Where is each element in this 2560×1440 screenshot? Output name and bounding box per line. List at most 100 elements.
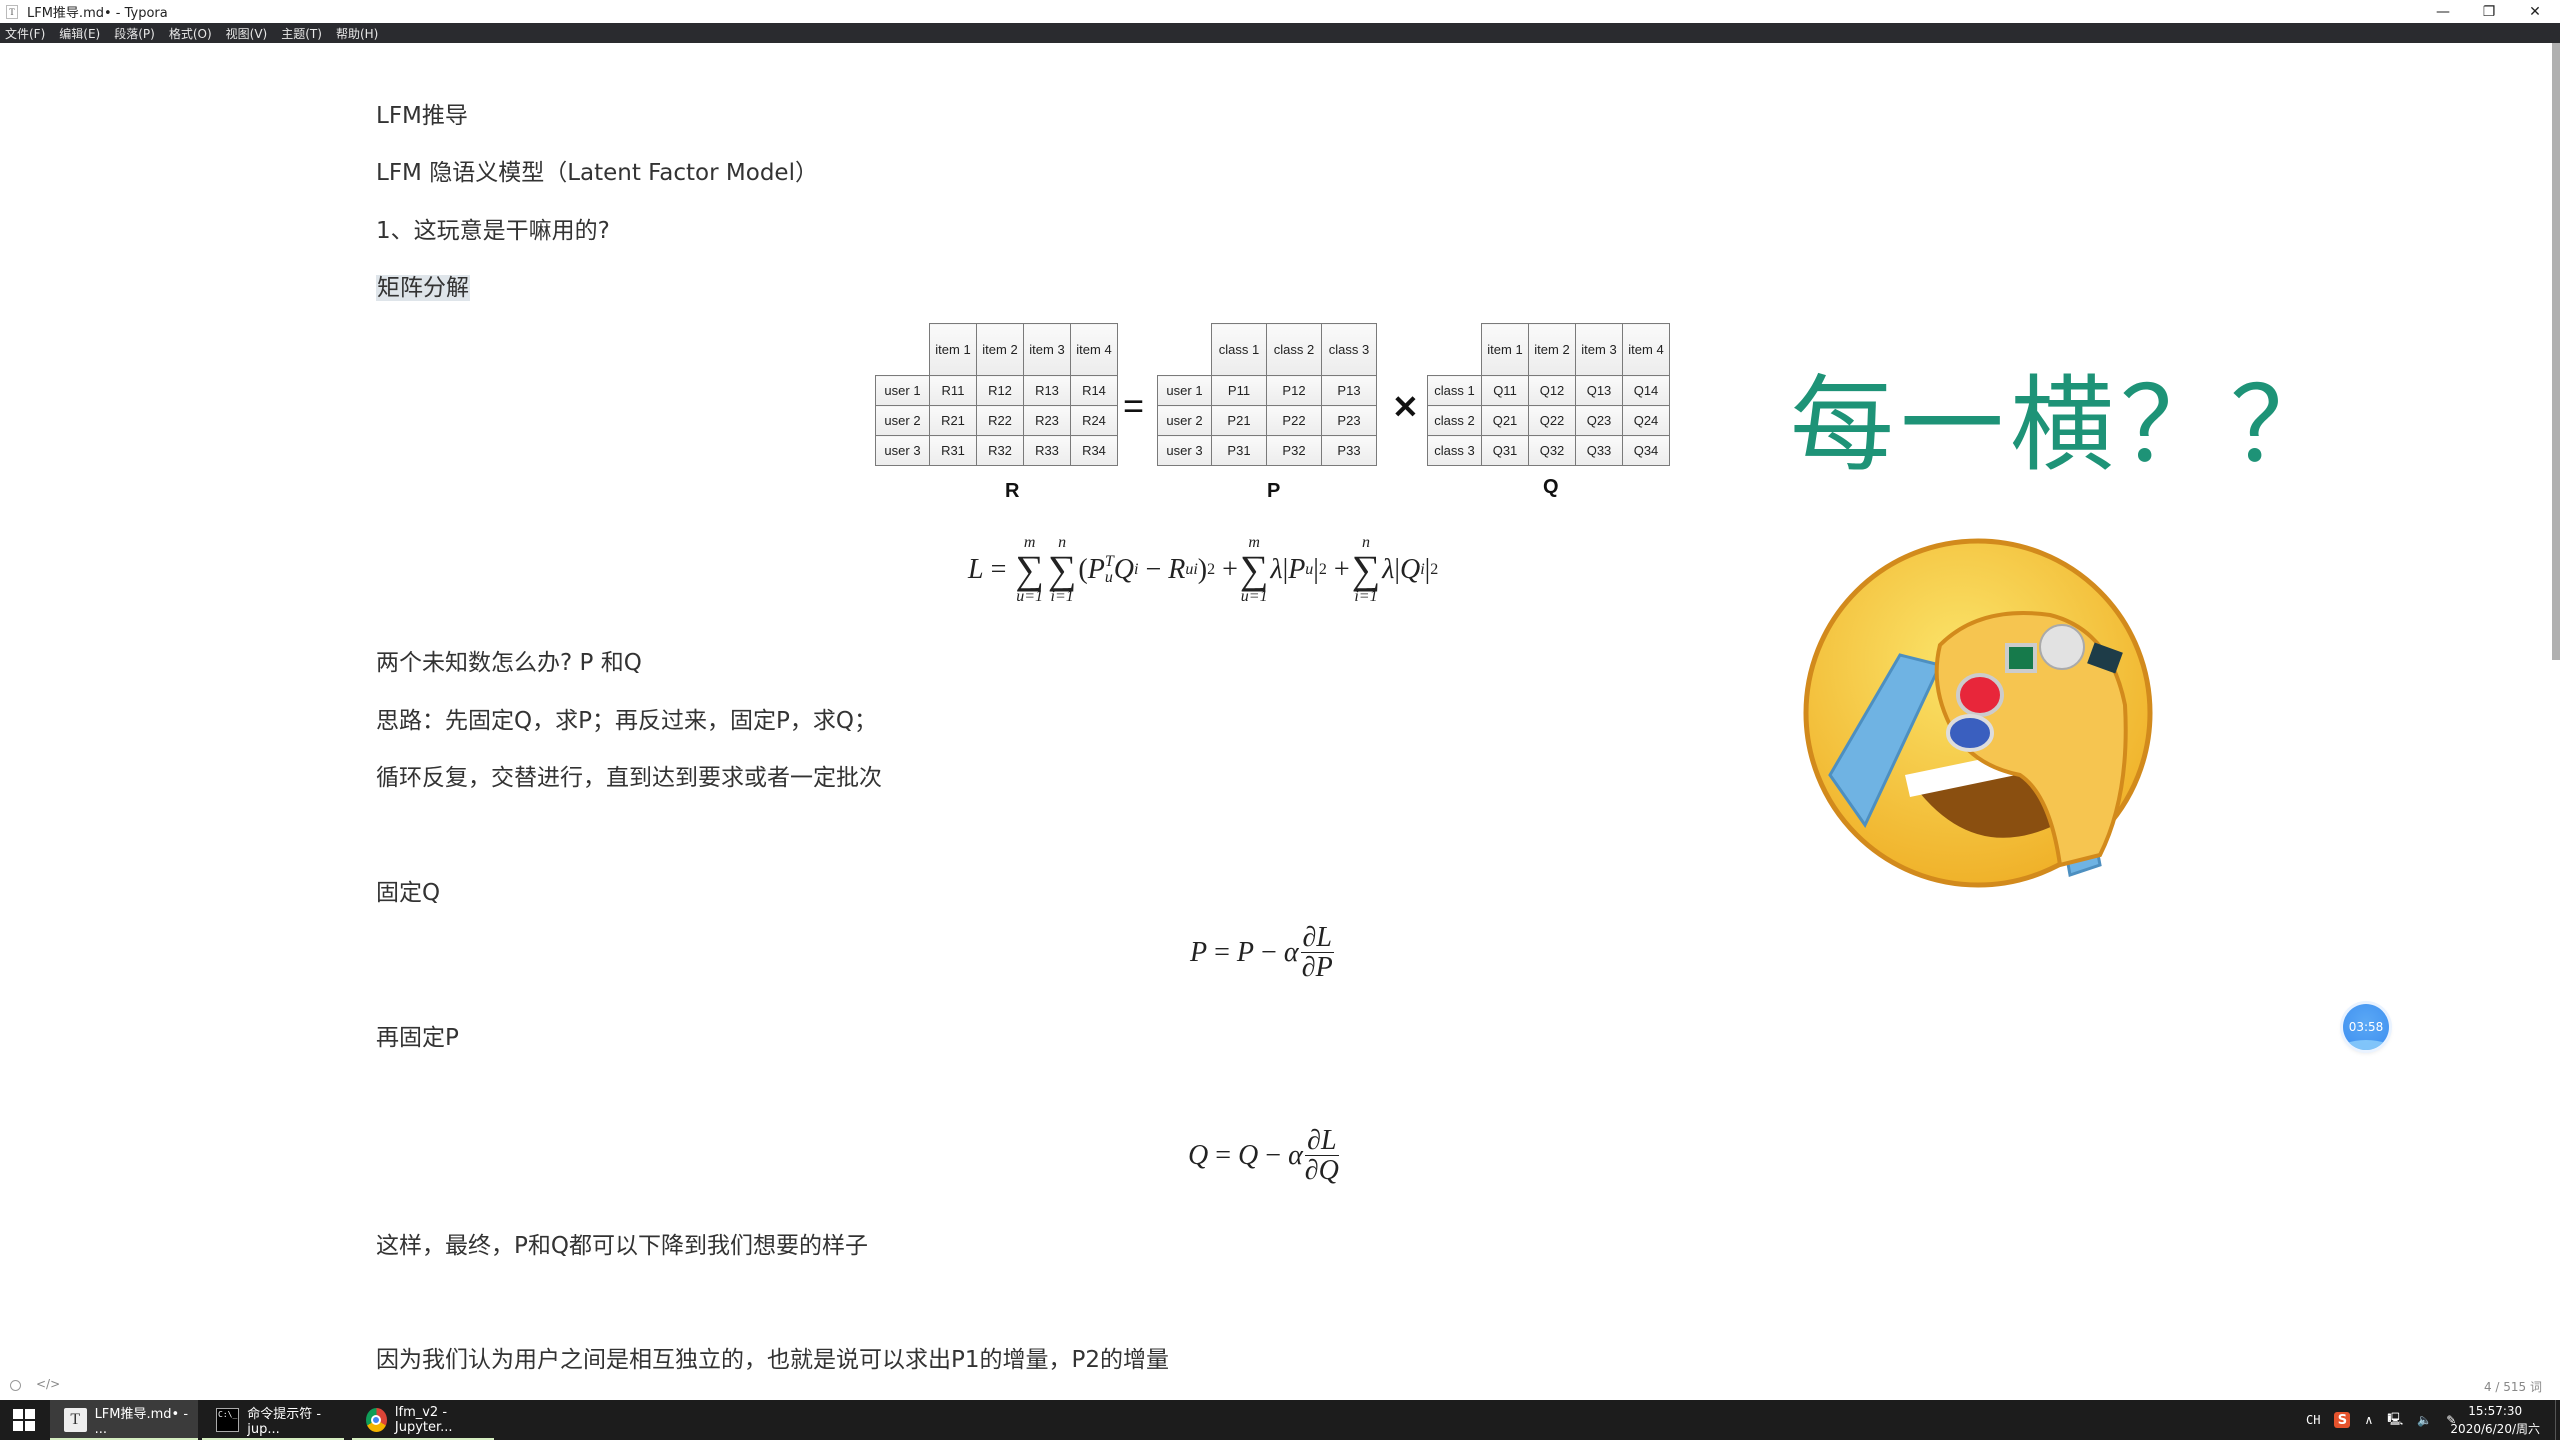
matrix-cell: P12 <box>1266 375 1322 406</box>
row-label-cell: class 1 <box>1427 375 1482 406</box>
loss-formula[interactable]: L = m ∑ u=1 n ∑ i=1 (P Tu Qi − Rui) 2 + m ∑ u=1 λ… <box>968 535 1438 605</box>
sogou-ime-icon[interactable]: S <box>2334 1412 2351 1428</box>
matrix-cell: Q31 <box>1481 435 1529 466</box>
matrix-cell: R34 <box>1070 435 1118 466</box>
paragraph-iterate[interactable]: 循环反复，交替进行，直到达到要求或者一定批次 <box>376 758 882 792</box>
menu-file[interactable]: 文件(F) <box>5 25 45 42</box>
paragraph-title[interactable]: LFM推导 <box>376 96 468 130</box>
column-header-cell: class 1 <box>1211 323 1267 376</box>
input-language[interactable]: CH <box>2306 1413 2320 1427</box>
column-header-cell: class 2 <box>1266 323 1322 376</box>
taskbar-item-label: 命令提示符 - jup... <box>247 1407 322 1437</box>
typora-app-icon: T <box>6 4 18 19</box>
matrix-cell: Q24 <box>1622 405 1670 436</box>
menu-bar: 文件(F) 编辑(E) 段落(P) 格式(O) 视图(V) 主题(T) 帮助(H… <box>0 23 2560 43</box>
paragraph-conclusion[interactable]: 这样，最终，P和Q都可以下降到我们想要的样子 <box>376 1226 868 1260</box>
paragraph-two-unknowns[interactable]: 两个未知数怎么办? P 和Q <box>376 643 642 677</box>
windows-logo-icon <box>13 1409 35 1431</box>
table-row: user 3 R31 R32 R33 R34 <box>875 435 1118 466</box>
row-label-cell: user 3 <box>1157 435 1212 466</box>
column-header-cell: item 1 <box>1481 323 1529 376</box>
menu-view[interactable]: 视图(V) <box>226 25 268 42</box>
matrix-cell: Q14 <box>1622 375 1670 406</box>
menu-paragraph[interactable]: 段落(P) <box>114 25 155 42</box>
close-button[interactable]: ✕ <box>2512 0 2558 23</box>
matrix-cell: P11 <box>1211 375 1267 406</box>
word-count[interactable]: 4 / 515 词 <box>2484 1378 2542 1395</box>
menu-format[interactable]: 格式(O) <box>169 25 212 42</box>
matrix-cell: R33 <box>1023 435 1071 466</box>
column-header-cell: item 2 <box>976 323 1024 376</box>
column-header-cell: class 3 <box>1321 323 1377 376</box>
table-row: class 2 Q21 Q22 Q23 Q24 <box>1427 405 1670 436</box>
editor-area[interactable]: LFM推导 LFM 隐语义模型（Latent Factor Model） 1、这… <box>0 43 2552 1373</box>
paragraph-approach[interactable]: 思路：先固定Q，求P；再反过来，固定P，求Q； <box>376 701 877 735</box>
window-title: LFM推导.md• - Typora <box>27 6 168 21</box>
matrix-cell: Q34 <box>1622 435 1670 466</box>
blank-corner-cell <box>1428 324 1482 376</box>
matrix-cell: R24 <box>1070 405 1118 436</box>
network-icon[interactable]: 🖳 <box>2387 1410 2403 1431</box>
volume-icon[interactable]: 🔈 <box>2417 1413 2432 1427</box>
row-label-cell: user 1 <box>1157 375 1212 406</box>
table-row: user 1 P11 P12 P13 <box>1157 375 1377 406</box>
paragraph-independence[interactable]: 因为我们认为用户之间是相互独立的，也就是说可以求出P1的增量，P2的增量 <box>376 1340 1169 1373</box>
paragraph-lfm-model[interactable]: LFM 隐语义模型（Latent Factor Model） <box>376 153 818 187</box>
row-label-cell: class 2 <box>1427 405 1482 436</box>
matrix-cell: P13 <box>1321 375 1377 406</box>
status-bar: </> 4 / 515 词 <box>0 1373 2560 1400</box>
table-row: class 1 Q11 Q12 Q13 Q14 <box>1427 375 1670 406</box>
start-button[interactable] <box>0 1400 48 1440</box>
matrix-q-label: Q <box>1543 476 1559 498</box>
show-desktop-button[interactable] <box>2555 1400 2560 1440</box>
table-row: class 3 Q31 Q32 Q33 Q34 <box>1427 435 1670 466</box>
taskbar-item-label: lfm_v2 - Jupyter... <box>394 1405 453 1435</box>
row-label-cell: user 2 <box>1157 405 1212 436</box>
paragraph-question[interactable]: 1、这玩意是干嘛用的? <box>376 211 610 245</box>
matrix-cell: R21 <box>929 405 977 436</box>
paragraph-matrix-factorization[interactable]: 矩阵分解 <box>376 268 470 302</box>
menu-edit[interactable]: 编辑(E) <box>59 25 100 42</box>
meme-caption: 每一横？？ <box>1790 364 2341 486</box>
system-clock[interactable]: 15:57:30 2020/6/20/周六 <box>2450 1402 2540 1438</box>
matrix-cell: R32 <box>976 435 1024 466</box>
table-row: user 1 R11 R12 R13 R14 <box>875 375 1118 406</box>
matrix-cell: Q32 <box>1528 435 1576 466</box>
maximize-button[interactable]: ❐ <box>2466 0 2512 23</box>
paragraph-fix-q[interactable]: 固定Q <box>376 873 440 907</box>
scrollbar-thumb[interactable] <box>2552 43 2560 660</box>
cmd-icon: C:\_ <box>216 1408 240 1432</box>
clock-date: 2020/6/20/周六 <box>2450 1422 2540 1436</box>
multiply-sign: ✕ <box>1392 389 1419 425</box>
paragraph-fix-p[interactable]: 再固定P <box>376 1018 459 1052</box>
show-hidden-icons-icon[interactable]: ∧ <box>2364 1413 2373 1427</box>
row-label-cell: user 1 <box>875 375 930 406</box>
outline-toggle-icon[interactable] <box>10 1380 21 1391</box>
matrix-p-table: class 1 class 2 class 3 user 1 P11 P12 P13 user… <box>1157 323 1377 466</box>
column-header-cell: item 4 <box>1070 323 1118 376</box>
matrix-r-label: R <box>1005 480 1020 502</box>
taskbar-item-typora[interactable]: T LFM推导.md• - ... <box>50 1400 198 1440</box>
title-bar: T LFM推导.md• - Typora — ❐ ✕ <box>0 0 2560 23</box>
q-update-formula[interactable]: Q = Q − α ∂L ∂Q <box>1188 1126 1339 1186</box>
windows-taskbar: T LFM推导.md• - ... C:\_ 命令提示符 - jup... lf… <box>0 1400 2560 1440</box>
row-label-cell: user 3 <box>875 435 930 466</box>
taskbar-item-chrome[interactable]: lfm_v2 - Jupyter... <box>352 1400 494 1440</box>
clock-time: 15:57:30 <box>2468 1404 2523 1418</box>
matrix-cell: Q33 <box>1575 435 1623 466</box>
recording-timer-badge[interactable]: 03:58 <box>2343 1004 2389 1050</box>
matrix-cell: Q11 <box>1481 375 1529 406</box>
matrix-cell: P33 <box>1321 435 1377 466</box>
matrix-cell: R22 <box>976 405 1024 436</box>
p-update-formula[interactable]: P = P − α ∂L ∂P <box>1190 923 1334 983</box>
menu-theme[interactable]: 主题(T) <box>281 25 322 42</box>
matrix-cell: P32 <box>1266 435 1322 466</box>
matrix-cell: P31 <box>1211 435 1267 466</box>
table-row: user 2 P21 P22 P23 <box>1157 405 1377 436</box>
matrix-cell: R13 <box>1023 375 1071 406</box>
taskbar-item-cmd[interactable]: C:\_ 命令提示符 - jup... <box>202 1400 344 1440</box>
minimize-button[interactable]: — <box>2420 0 2466 23</box>
selected-text[interactable]: 矩阵分解 <box>376 275 470 301</box>
source-code-toggle-icon[interactable]: </> <box>36 1377 60 1391</box>
menu-help[interactable]: 帮助(H) <box>336 25 378 42</box>
